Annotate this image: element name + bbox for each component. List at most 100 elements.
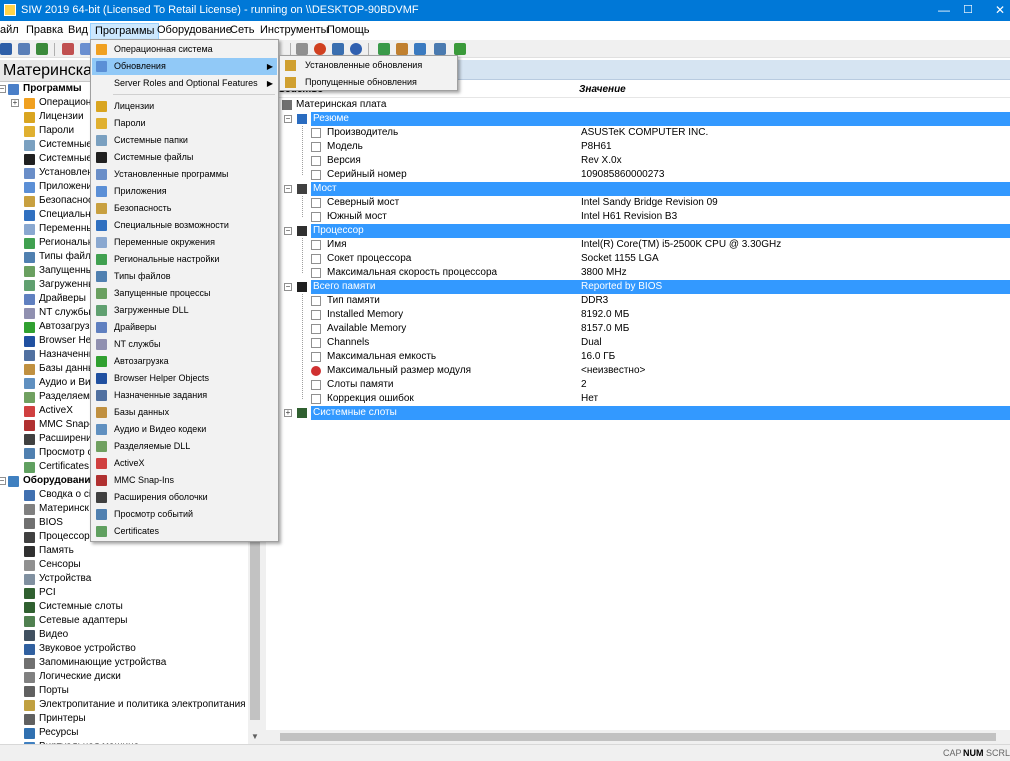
grid-property-row[interactable]: Южный мост Intel H61 Revision B3 [278,210,1010,224]
programs-menu-item[interactable]: Server Roles and Optional Features ▶ [92,75,277,92]
programs-menu-item[interactable]: Базы данных [92,404,277,421]
programs-menu-item[interactable]: Системные папки [92,132,277,149]
tree-item[interactable]: Звуковое устройство [0,642,248,656]
grid-property-row[interactable]: Слоты памяти 2 [278,378,1010,392]
grid-property-row[interactable]: Версия Rev X.0x [278,154,1010,168]
tree-item[interactable]: Память [0,544,248,558]
grid-property-row[interactable]: Максимальная скорость процессора 3800 MHz [278,266,1010,280]
tree-item[interactable]: Логические диски [0,670,248,684]
programs-menu-item[interactable]: Приложения [92,183,277,200]
refresh-icon[interactable] [36,43,48,55]
programs-menu-item[interactable]: Запущенные процессы [92,285,277,302]
menu-network[interactable]: Сеть [230,24,254,39]
info-icon[interactable] [414,43,426,55]
grid-property-row[interactable]: Тип памяти DDR3 [278,294,1010,308]
collapse-icon[interactable]: − [0,85,6,93]
programs-menu-item[interactable]: Переменные окружения [92,234,277,251]
grid-property-row[interactable]: Installed Memory 8192.0 МБ [278,308,1010,322]
programs-menu-item[interactable]: Драйверы [92,319,277,336]
grid-section-row[interactable]: − Мост [278,182,1010,196]
grid-section-row[interactable]: − Процессор [278,224,1010,238]
programs-menu-item[interactable]: ActiveX [92,455,277,472]
programs-menu-item[interactable]: Установленные программы [92,166,277,183]
collapse-icon[interactable]: − [284,283,292,291]
grid-horizontal-scrollbar[interactable] [266,730,1010,744]
programs-menu-item[interactable]: Специальные возможности [92,217,277,234]
tool-icon[interactable] [296,43,308,55]
column-value[interactable]: Значение [579,84,626,95]
programs-menu-item[interactable]: Обновления ▶ [92,58,277,75]
expand-icon[interactable]: + [11,99,19,107]
tree-item[interactable]: Устройства [0,572,248,586]
menu-view[interactable]: Вид [68,24,88,39]
grid-section-row[interactable]: + Системные слоты [278,406,1010,420]
programs-menu-item[interactable]: Безопасность [92,200,277,217]
programs-menu-item[interactable]: Лицензии [92,98,277,115]
programs-menu-item[interactable]: MMC Snap-Ins [92,472,277,489]
scroll-thumb[interactable] [250,526,260,720]
programs-menu-item[interactable]: Системные файлы [92,149,277,166]
home-icon[interactable] [396,43,408,55]
menu-help[interactable]: Помощь [327,24,370,39]
updates-submenu-item[interactable]: Установленные обновления [281,57,456,74]
grid-property-row[interactable]: Максимальная емкость 16.0 ГБ [278,350,1010,364]
tool-icon[interactable] [332,43,344,55]
scroll-thumb[interactable] [280,733,996,741]
collapse-icon[interactable]: − [284,185,292,193]
tree-item[interactable]: Видео [0,628,248,642]
programs-menu-item[interactable]: NT службы [92,336,277,353]
menu-hardware[interactable]: Оборудование [157,24,232,39]
programs-menu-item[interactable]: Расширения оболочки [92,489,277,506]
grid-property-row[interactable]: Сокет процессора Socket 1155 LGA [278,252,1010,266]
tree-item[interactable]: Запоминающие устройства [0,656,248,670]
grid-section-row[interactable]: − Всего памяти Reported by BIOS [278,280,1010,294]
menu-tools[interactable]: Инструменты [260,24,329,39]
programs-menu-item[interactable]: Операционная система [92,41,277,58]
programs-menu-item[interactable]: Региональные настройки [92,251,277,268]
programs-menu-item[interactable]: Browser Helper Objects [92,370,277,387]
programs-menu-item[interactable]: Пароли [92,115,277,132]
save-icon[interactable] [0,43,12,55]
grid-property-row[interactable]: Серийный номер 109085860000273 [278,168,1010,182]
tree-item[interactable]: Порты [0,684,248,698]
tree-item[interactable]: Сетевые адаптеры [0,614,248,628]
network-icon[interactable] [378,43,390,55]
grid-property-row[interactable]: Производитель ASUSTeK COMPUTER INC. [278,126,1010,140]
tree-item[interactable]: Электропитание и политика электропитания [0,698,248,712]
report-icon[interactable] [62,43,74,55]
tree-item[interactable]: Системные слоты [0,600,248,614]
collapse-icon[interactable]: − [284,115,292,123]
programs-menu-item[interactable]: Аудио и Видео кодеки [92,421,277,438]
menu-file[interactable]: айл [0,24,19,39]
tree-item[interactable]: PCI [0,586,248,600]
programs-menu-item[interactable]: Просмотр событий [92,506,277,523]
updates-submenu-item[interactable]: Пропущенные обновления [281,74,456,91]
programs-menu-item[interactable]: Загруженные DLL [92,302,277,319]
grid-property-row[interactable]: Северный мост Intel Sandy Bridge Revision… [278,196,1010,210]
grid-property-row[interactable]: Максимальный размер модуля <неизвестно> [278,364,1010,378]
grid-property-row[interactable]: Модель P8H61 [278,140,1010,154]
close-button[interactable]: ✕ [978,0,1010,21]
grid-property-row[interactable]: Коррекция ошибок Нет [278,392,1010,406]
book-icon[interactable] [434,43,446,55]
collapse-icon[interactable]: − [284,227,292,235]
tree-item[interactable]: Сенсоры [0,558,248,572]
dollar-icon[interactable] [454,43,466,55]
expand-icon[interactable]: + [284,409,292,417]
menu-edit[interactable]: Правка [26,24,63,39]
grid-property-row[interactable]: Channels Dual [278,336,1010,350]
tree-item[interactable]: Принтеры [0,712,248,726]
programs-menu-item[interactable]: Автозагрузка [92,353,277,370]
grid-property-row[interactable]: Available Memory 8157.0 МБ [278,322,1010,336]
collapse-icon[interactable]: − [0,477,6,485]
scroll-down-icon[interactable]: ▼ [248,730,262,744]
programs-menu-item[interactable]: Типы файлов [92,268,277,285]
stop-icon[interactable] [314,43,326,55]
grid-property-row[interactable]: Имя Intel(R) Core(TM) i5-2500K CPU @ 3.30… [278,238,1010,252]
programs-menu-item[interactable]: Назначенные задания [92,387,277,404]
gear-icon[interactable] [350,43,362,55]
menu-programs[interactable]: Программы [90,23,160,40]
grid-section-row[interactable]: − Резюме [278,112,1010,126]
print-icon[interactable] [18,43,30,55]
tree-item[interactable]: Ресурсы [0,726,248,740]
